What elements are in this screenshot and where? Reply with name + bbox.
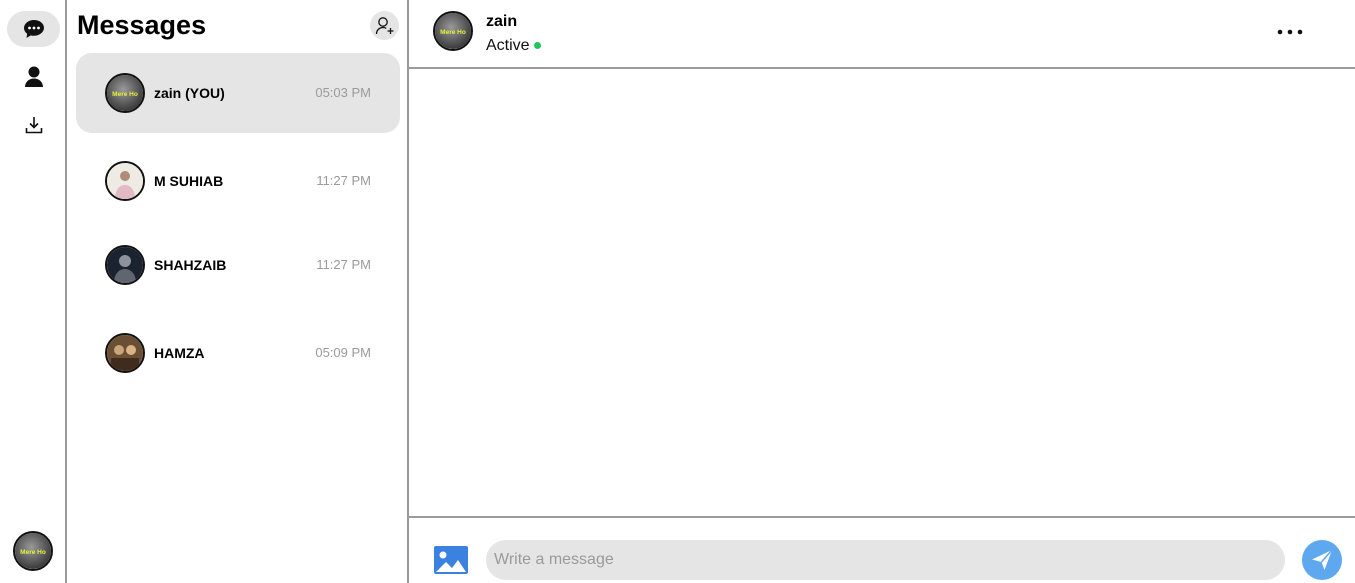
nav-chats-button[interactable]	[7, 11, 60, 47]
conversation-name: zain (YOU)	[154, 85, 225, 101]
avatar	[105, 333, 145, 373]
contact-name: zain	[486, 13, 518, 30]
chat-panel: Mere Ho zain Active	[409, 0, 1355, 583]
nav-contacts-button[interactable]	[7, 59, 60, 95]
chat-icon	[23, 20, 44, 38]
message-input[interactable]	[486, 540, 1285, 580]
status-text: Active	[486, 37, 530, 54]
add-user-icon	[375, 16, 393, 34]
conversation-item[interactable]: M SUHIAB 11:27 PM	[76, 141, 400, 221]
svg-text:Mere Ho: Mere Ho	[440, 29, 466, 36]
avatar: Mere Ho	[105, 73, 145, 113]
conversation-time: 05:03 PM	[315, 85, 371, 100]
more-options-button[interactable]	[1270, 19, 1310, 45]
conversation-name: HAMZA	[154, 345, 205, 361]
chat-header: Mere Ho zain Active	[409, 0, 1355, 69]
send-icon	[1312, 549, 1333, 570]
conversation-name: SHAHZAIB	[154, 257, 227, 273]
user-icon	[24, 66, 43, 87]
current-user-avatar[interactable]: Mere Ho	[13, 531, 53, 571]
nav-download-button[interactable]	[7, 107, 60, 143]
image-icon	[434, 546, 468, 574]
conversation-item[interactable]: HAMZA 05:09 PM	[76, 313, 400, 393]
more-horizontal-icon	[1277, 29, 1303, 35]
message-composer	[409, 516, 1355, 583]
conversation-item[interactable]: Mere Ho zain (YOU) 05:03 PM	[76, 53, 400, 133]
conversation-time: 11:27 PM	[316, 257, 371, 272]
attach-image-button[interactable]	[433, 545, 469, 575]
message-thread[interactable]	[409, 69, 1355, 516]
conversation-time: 11:27 PM	[316, 173, 371, 188]
contact-status: Active	[486, 37, 541, 55]
download-icon	[25, 117, 42, 134]
conversation-time: 05:09 PM	[315, 345, 371, 360]
conversation-list-panel: Messages Mere Ho zain (YOU) 05:03 PM M S…	[67, 0, 409, 583]
messenger-app: Mere Ho Messages Mere Ho zain (YOU) 05:0…	[0, 0, 1355, 583]
avatar	[105, 245, 145, 285]
avatar	[105, 161, 145, 201]
avatar-badge-text: Mere Ho	[20, 549, 46, 556]
send-button[interactable]	[1302, 540, 1342, 580]
conversation-item[interactable]: SHAHZAIB 11:27 PM	[76, 225, 400, 305]
page-title: Messages	[77, 10, 207, 40]
add-contact-button[interactable]	[370, 11, 399, 40]
contact-avatar[interactable]: Mere Ho	[433, 11, 473, 51]
svg-text:Mere Ho: Mere Ho	[112, 91, 138, 98]
online-indicator	[533, 42, 541, 50]
conversation-name: M SUHIAB	[154, 173, 224, 189]
nav-rail: Mere Ho	[0, 0, 67, 583]
